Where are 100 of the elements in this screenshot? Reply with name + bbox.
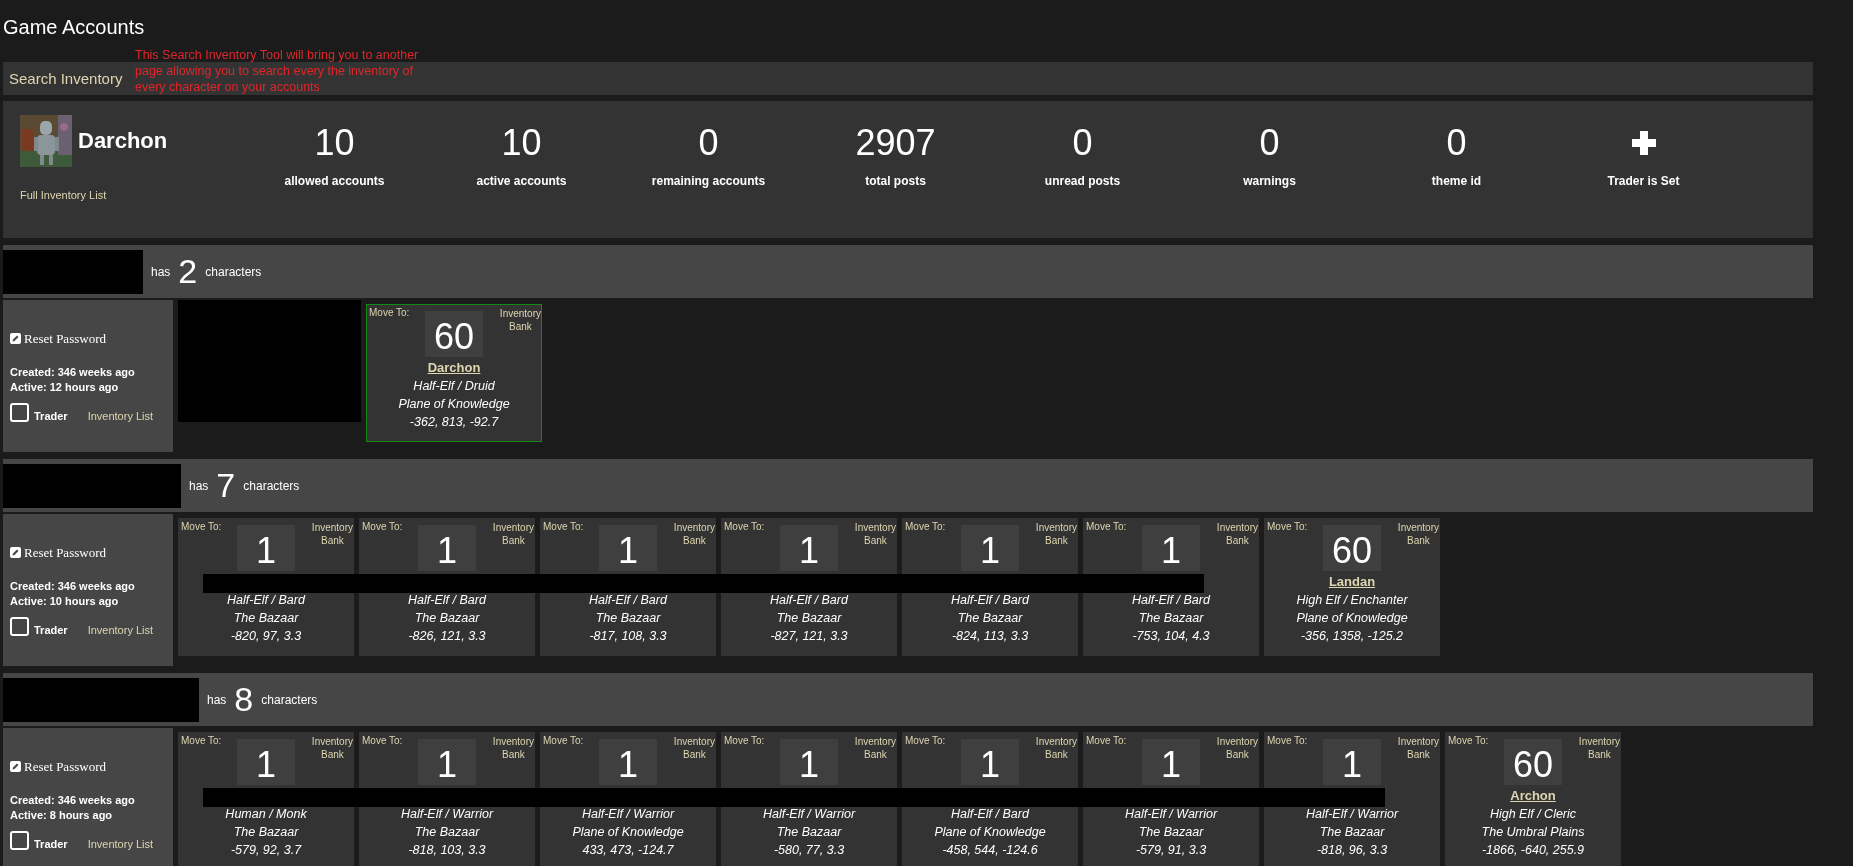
character-level: 1: [780, 525, 838, 571]
bank-link[interactable]: Bank: [683, 748, 706, 761]
stat-value: 0: [1072, 121, 1093, 165]
bank-link[interactable]: Bank: [502, 748, 525, 761]
character-count: 2: [178, 252, 198, 291]
trader-checkbox[interactable]: [10, 402, 29, 422]
zone-name: The Bazaar: [1138, 824, 1204, 841]
reset-password-link[interactable]: Reset Password: [10, 544, 173, 561]
bank-link[interactable]: Bank: [1407, 748, 1430, 761]
race-class: Human / Monk: [225, 806, 307, 823]
bank-link[interactable]: Bank: [683, 534, 706, 547]
character-level: 1: [237, 739, 295, 785]
stat-label: warnings: [1243, 174, 1296, 188]
trader-checkbox[interactable]: [10, 830, 29, 850]
trader-checkbox[interactable]: [10, 616, 29, 636]
inventory-link[interactable]: Inventory: [499, 307, 541, 320]
stat-value: 0: [1259, 121, 1280, 165]
inventory-link[interactable]: Inventory: [1216, 735, 1258, 748]
plus-icon[interactable]: [1629, 129, 1658, 157]
move-to-label: Move To:: [1448, 735, 1489, 746]
bank-link[interactable]: Bank: [864, 748, 887, 761]
zone-name: The Bazaar: [776, 824, 842, 841]
inventory-list-link[interactable]: Inventory List: [87, 623, 154, 636]
full-inventory-link[interactable]: Full Inventory List: [20, 189, 241, 201]
page-title: Game Accounts: [3, 14, 146, 40]
move-to-label: Move To:: [543, 735, 584, 746]
inventory-link[interactable]: Inventory: [311, 735, 353, 748]
bank-link[interactable]: Bank: [1226, 748, 1249, 761]
coordinates: -579, 91, 3.3: [1135, 842, 1207, 859]
race-class: Half-Elf / Warrior: [1305, 806, 1399, 823]
inventory-link[interactable]: Inventory: [673, 521, 715, 534]
coordinates: -753, 104, 4.3: [1132, 628, 1210, 645]
coordinates: -579, 92, 3.7: [230, 842, 302, 859]
inventory-link[interactable]: Inventory: [311, 521, 353, 534]
zone-name: The Bazaar: [1138, 610, 1204, 627]
inventory-link[interactable]: Inventory: [673, 735, 715, 748]
move-to-label: Move To:: [362, 521, 403, 532]
character-level: 1: [780, 739, 838, 785]
inventory-link[interactable]: Inventory: [854, 521, 896, 534]
coordinates: -817, 108, 3.3: [589, 628, 667, 645]
bank-link[interactable]: Bank: [1226, 534, 1249, 547]
inventory-link[interactable]: Inventory: [492, 735, 534, 748]
stat-label: remaining accounts: [651, 174, 766, 188]
move-to-label: Move To:: [181, 735, 222, 746]
stat-value: 0: [1446, 121, 1467, 165]
race-class: Half-Elf / Warrior: [762, 806, 856, 823]
stat-label: unread posts: [1044, 174, 1121, 188]
zone-name: The Bazaar: [595, 610, 661, 627]
character-name[interactable]: Landan: [1328, 574, 1376, 591]
bank-link[interactable]: Bank: [1045, 534, 1068, 547]
bank-link[interactable]: Bank: [321, 534, 344, 547]
coordinates: -362, 813, -92.7: [409, 414, 499, 431]
move-to-label: Move To:: [905, 735, 946, 746]
active-text: Active: 8 hours ago: [10, 807, 114, 823]
reset-password-link[interactable]: Reset Password: [10, 758, 173, 775]
created-text: Created: 346 weeks ago: [10, 578, 136, 594]
stat-label: total posts: [865, 174, 926, 188]
inventory-list-link[interactable]: Inventory List: [87, 837, 154, 850]
character-count: 8: [234, 680, 254, 719]
character-count: 7: [216, 466, 236, 505]
move-to-label: Move To:: [362, 735, 403, 746]
race-class: Half-Elf / Bard: [589, 592, 667, 609]
bank-link[interactable]: Bank: [1407, 534, 1430, 547]
inventory-link[interactable]: Inventory: [1035, 521, 1077, 534]
inventory-link[interactable]: Inventory: [1216, 521, 1258, 534]
zone-name: Plane of Knowledge: [398, 396, 510, 413]
inventory-link[interactable]: Inventory: [854, 735, 896, 748]
bank-link[interactable]: Bank: [1045, 748, 1068, 761]
zone-name: The Bazaar: [957, 610, 1023, 627]
coordinates: -818, 96, 3.3: [1316, 842, 1388, 859]
bank-link[interactable]: Bank: [509, 320, 532, 333]
inventory-link[interactable]: Inventory: [1397, 735, 1439, 748]
inventory-link[interactable]: Inventory: [1397, 521, 1439, 534]
zone-name: The Bazaar: [1319, 824, 1385, 841]
character-name[interactable]: Darchon: [427, 360, 481, 377]
zone-name: Plane of Knowledge: [572, 824, 684, 841]
inventory-list-link[interactable]: Inventory List: [87, 409, 154, 422]
has-label: has: [151, 264, 171, 279]
bank-link[interactable]: Bank: [502, 534, 525, 547]
stat-label: Trader is Set: [1607, 174, 1680, 188]
bank-link[interactable]: Bank: [321, 748, 344, 761]
edit-icon: [10, 761, 21, 772]
inventory-link[interactable]: Inventory: [1035, 735, 1077, 748]
zone-name: The Bazaar: [414, 610, 480, 627]
character-level: 60: [425, 311, 483, 357]
coordinates: -824, 113, 3.3: [951, 628, 1029, 645]
stat-label: allowed accounts: [284, 174, 385, 188]
edit-icon: [10, 333, 21, 344]
inventory-link[interactable]: Inventory: [1578, 735, 1620, 748]
zone-name: The Bazaar: [414, 824, 480, 841]
character-name[interactable]: Archon: [1510, 788, 1556, 805]
search-inventory-link[interactable]: Search Inventory: [9, 70, 123, 87]
reset-password-link[interactable]: Reset Password: [10, 330, 173, 347]
bank-link[interactable]: Bank: [1588, 748, 1611, 761]
stat-value: 2907: [855, 121, 936, 165]
inventory-link[interactable]: Inventory: [492, 521, 534, 534]
character-level: 1: [418, 739, 476, 785]
move-to-label: Move To:: [369, 307, 410, 318]
move-to-label: Move To:: [543, 521, 584, 532]
bank-link[interactable]: Bank: [864, 534, 887, 547]
